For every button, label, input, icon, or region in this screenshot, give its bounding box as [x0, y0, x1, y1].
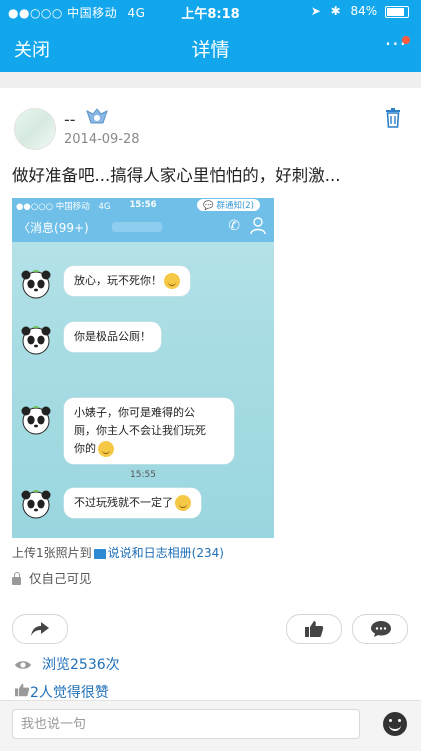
chat-message-line: 你的 — [74, 442, 96, 455]
emoji-picker-icon[interactable] — [383, 712, 407, 736]
image-chat-header: 〈消息(99+) ✆ — [12, 212, 274, 242]
image-back-label: 消息(99+) — [30, 221, 89, 235]
thumbs-up-small-icon — [15, 683, 30, 697]
view-count-label: 浏览2536次 — [42, 657, 120, 673]
eye-icon — [15, 661, 31, 669]
chat-message-text: 放心，玩不死你！ — [74, 274, 162, 287]
post-card: -- 2014-09-28 做好准备吧...搞得人家心里怕怕的，好刺激... ●… — [0, 88, 421, 750]
panda-avatar-icon — [21, 270, 51, 299]
lock-icon — [12, 571, 21, 585]
status-bar: ●●○○○ 中国移动 4G 上午8:18 ➤ ✱ 84% — [0, 0, 421, 24]
notification-dot — [402, 36, 410, 44]
chat-message: 小婊子，你可是难得的公 厕，你主人不会让我们玩死 你的 — [64, 398, 234, 464]
post-image[interactable]: ●●○○○ 中国移动 4G 15:56 💬 群通知(2) 〈消息(99+) ✆ … — [12, 198, 274, 538]
album-icon — [93, 548, 106, 559]
image-group-notice: 💬 群通知(2) — [197, 199, 260, 211]
battery-percent: 84% — [350, 4, 378, 18]
comment-icon — [371, 621, 391, 637]
image-status-bar: ●●○○○ 中国移动 4G 15:56 💬 群通知(2) — [12, 198, 274, 212]
like-count-label: 2人觉得很赞 — [30, 685, 109, 701]
post-date: 2014-09-28 — [64, 132, 140, 147]
panda-avatar-icon — [21, 406, 51, 435]
chat-message: 你是极品公厕！ — [64, 322, 161, 352]
panda-avatar-icon — [21, 326, 51, 355]
section-divider — [0, 72, 421, 88]
panda-avatar-icon — [21, 490, 51, 519]
top-bar: ●●○○○ 中国移动 4G 上午8:18 ➤ ✱ 84% 关闭 详情 ··· — [0, 0, 421, 72]
trash-icon[interactable] — [385, 108, 401, 128]
page-title: 详情 — [191, 39, 230, 61]
comment-input[interactable]: 我也说一句 — [12, 709, 360, 739]
location-icon: ➤ — [310, 4, 321, 18]
grin-emoji-icon — [98, 441, 114, 457]
comment-bar: 我也说一句 — [0, 700, 421, 751]
thumbs-up-icon — [305, 621, 324, 637]
nav-bar: 关闭 详情 ··· — [0, 24, 421, 72]
chat-message-text: 不过玩残就不一定了 — [74, 496, 173, 509]
album-link[interactable]: 说说和日志相册(234) — [108, 546, 224, 560]
image-group-notice-label: 群通知(2) — [216, 201, 254, 211]
chat-message-line: 厕，你主人不会让我们玩死 — [74, 424, 206, 437]
share-icon — [31, 622, 49, 636]
username[interactable]: -- — [64, 110, 76, 129]
chat-bubble-icon: 💬 — [203, 201, 214, 211]
chat-message: 放心，玩不死你！ — [64, 266, 190, 296]
chevron-left-icon: 〈 — [18, 221, 31, 235]
phone-icon: ✆ — [228, 218, 240, 234]
upload-prefix: 上传1张照片到 — [12, 546, 92, 560]
chat-message: 不过玩残就不一定了 — [64, 488, 201, 518]
bluetooth-icon: ✱ — [330, 4, 341, 18]
battery-icon — [385, 5, 409, 18]
comment-button[interactable] — [352, 614, 408, 644]
view-count: 浏览2536次 — [14, 654, 120, 674]
like-button[interactable] — [286, 614, 342, 644]
person-icon — [250, 217, 266, 235]
chat-time-divider: 15:55 — [130, 470, 156, 480]
privacy-label: 仅自己可见 — [29, 571, 92, 586]
privacy-info: 仅自己可见 — [12, 568, 92, 587]
post-text: 做好准备吧...搞得人家心里怕怕的，好刺激... — [12, 166, 341, 185]
vip-badge-icon — [86, 108, 108, 124]
smirk-emoji-icon — [164, 273, 180, 289]
upload-info: 上传1张照片到 说说和日志相册(234) — [12, 544, 224, 561]
like-count[interactable]: 2人觉得很赞 — [14, 682, 109, 702]
share-button[interactable] — [12, 614, 68, 644]
avatar[interactable] — [14, 108, 56, 150]
chat-message-line: 小婊子，你可是难得的公 — [74, 406, 195, 419]
smirk-emoji-icon — [175, 495, 191, 511]
blurred-contact-name — [112, 222, 162, 232]
